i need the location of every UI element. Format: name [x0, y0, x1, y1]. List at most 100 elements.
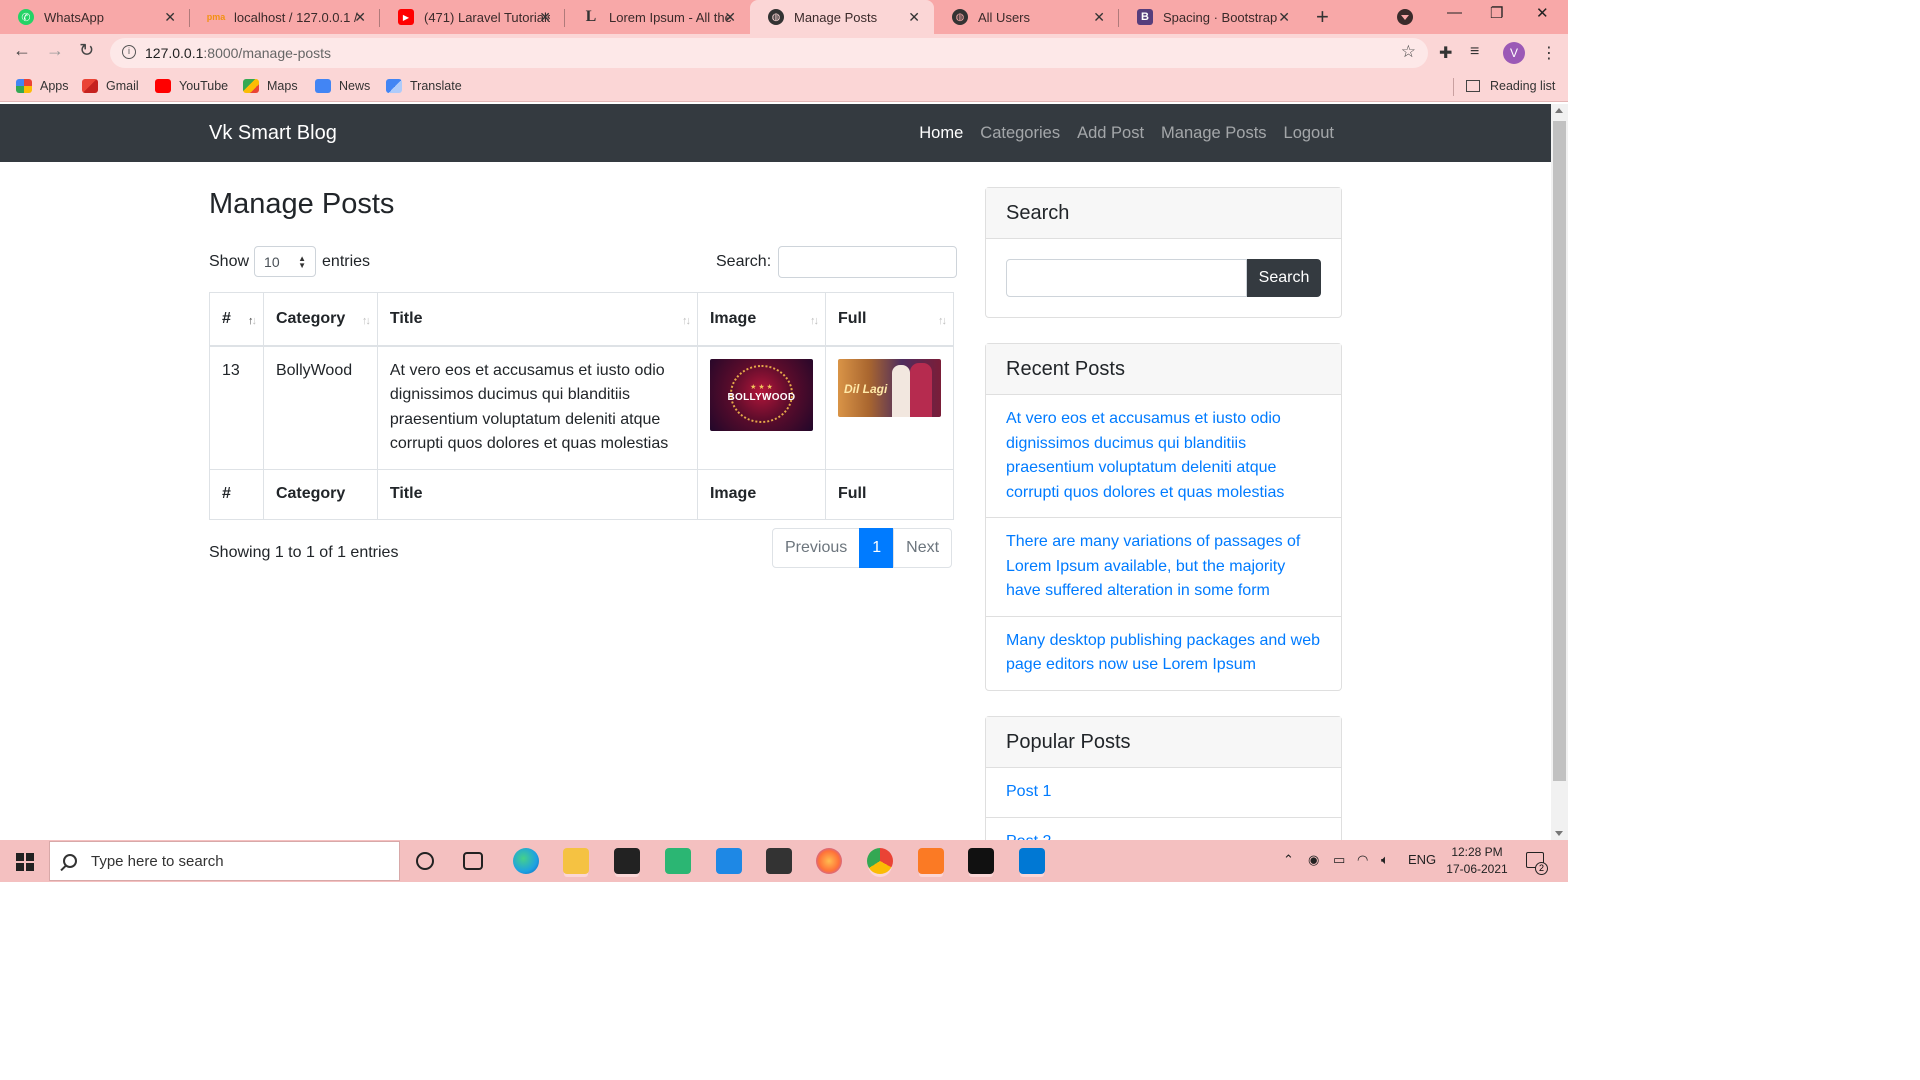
bookmark-star-icon[interactable]: ☆ [1401, 42, 1416, 62]
recent-post-link[interactable]: At vero eos et accusamus et iusto odio d… [986, 395, 1341, 517]
sidebar-search-button[interactable]: Search [1247, 259, 1321, 297]
page-scrollbar[interactable] [1551, 104, 1568, 840]
notion-icon[interactable] [614, 848, 640, 874]
table-row: 13 BollyWood At vero eos et accusamus et… [209, 345, 955, 470]
new-tab-icon[interactable]: + [1316, 4, 1329, 30]
recent-posts-title: Recent Posts [986, 344, 1341, 395]
close-icon[interactable]: ✕ [1093, 9, 1105, 26]
task-view-icon[interactable] [463, 852, 483, 870]
tab-search-icon[interactable] [1397, 9, 1413, 25]
battery-icon[interactable]: ▭ [1333, 852, 1345, 868]
taskbar-search[interactable]: Type here to search [49, 841, 400, 881]
menu-icon[interactable]: ⋮ [1541, 43, 1557, 63]
media-control-icon[interactable]: ≡ [1470, 43, 1479, 61]
store-icon[interactable] [766, 848, 792, 874]
tab-lorem-ipsum[interactable]: L Lorem Ipsum - All the ✕ [565, 0, 750, 34]
clock[interactable]: 12:28 PM 17-06-2021 [1446, 844, 1508, 878]
file-explorer-icon[interactable] [563, 848, 589, 874]
table-header-row: # ↑↓ Category ↑↓ Title ↑↓ Image ↑↓ Full ↑↓ [209, 292, 955, 347]
bookmark-maps[interactable]: Maps [243, 79, 298, 93]
site-brand[interactable]: Vk Smart Blog [209, 122, 337, 145]
nav-add-post[interactable]: Add Post [1077, 124, 1144, 143]
close-window-icon[interactable]: ✕ [1536, 4, 1549, 22]
select-arrows-icon: ▲ ▼ [298, 254, 307, 270]
bookmark-translate[interactable]: Translate [386, 79, 462, 93]
column-header-category[interactable]: Category ↑↓ [262, 292, 378, 347]
column-header-image[interactable]: Image ↑↓ [696, 292, 826, 347]
tab-all-users[interactable]: ◍ All Users ✕ [934, 0, 1119, 34]
sort-icon: ↑↓ [809, 315, 819, 327]
pagination-page-1[interactable]: 1 [859, 528, 895, 568]
pagination-next[interactable]: Next [893, 528, 953, 568]
reload-icon[interactable]: ↻ [79, 40, 94, 61]
bookmark-news[interactable]: News [315, 79, 370, 93]
info-icon[interactable]: i [122, 45, 136, 59]
chevron-up-icon[interactable]: ⌃ [1283, 852, 1294, 868]
mail-icon[interactable] [716, 848, 742, 874]
reading-list-label: Reading list [1490, 79, 1556, 93]
close-icon[interactable]: ✕ [908, 9, 920, 26]
bookmark-apps[interactable]: Apps [16, 79, 69, 93]
tab-whatsapp[interactable]: ✆ WhatsApp ✕ [0, 0, 190, 34]
entries-select[interactable]: 10 ▲ ▼ [254, 246, 317, 277]
wifi-icon[interactable]: ◠ [1357, 852, 1368, 868]
close-icon[interactable]: ✕ [539, 9, 551, 26]
cell-category: BollyWood [262, 345, 378, 470]
recent-post-link[interactable]: There are many variations of passages of… [986, 517, 1341, 616]
sort-icon: ↑↓ [361, 315, 371, 327]
tab-label: WhatsApp [44, 9, 104, 25]
terminal-icon[interactable] [968, 848, 994, 874]
footer-category: Category [262, 468, 378, 520]
forward-icon[interactable]: → [46, 40, 64, 61]
popular-post-link[interactable]: Post 2 [986, 816, 1341, 840]
profile-avatar[interactable]: V [1503, 42, 1525, 64]
tab-phpmyadmin[interactable]: pma localhost / 127.0.0.1 / ✕ [190, 0, 380, 34]
scroll-up-icon[interactable] [1555, 108, 1563, 113]
close-icon[interactable]: ✕ [724, 9, 736, 26]
tab-manage-posts[interactable]: ◍ Manage Posts ✕ [750, 0, 934, 34]
bookmark-gmail[interactable]: Gmail [82, 79, 139, 93]
meet-now-icon[interactable]: ◉ [1308, 852, 1319, 868]
tab-bootstrap-spacing[interactable]: B Spacing · Bootstrap ✕ [1119, 0, 1304, 34]
nav-manage-posts[interactable]: Manage Posts [1161, 124, 1266, 143]
windows-start-icon[interactable] [16, 853, 34, 871]
nav-categories[interactable]: Categories [980, 124, 1060, 143]
recent-posts-card: Recent Posts At vero eos et accusamus et… [985, 343, 1342, 691]
nav-logout[interactable]: Logout [1284, 124, 1334, 143]
address-bar[interactable]: i 127.0.0.1:8000/manage-posts ☆ [110, 38, 1428, 68]
minimize-icon[interactable]: — [1447, 4, 1462, 21]
column-header-title[interactable]: Title ↑↓ [376, 292, 698, 347]
app-green-icon[interactable] [665, 848, 691, 874]
column-header-id[interactable]: # ↑↓ [209, 292, 264, 347]
scroll-down-icon[interactable] [1555, 831, 1563, 836]
close-icon[interactable]: ✕ [164, 9, 176, 26]
volume-icon[interactable]: 🔈︎ [1381, 852, 1389, 868]
column-header-full[interactable]: Full ↑↓ [824, 292, 955, 347]
cortana-icon[interactable] [416, 852, 434, 870]
back-icon[interactable]: ← [13, 40, 31, 61]
footer-image: Image [696, 468, 826, 520]
nav-home[interactable]: Home [919, 124, 963, 143]
language-indicator[interactable]: ENG [1408, 852, 1436, 867]
close-icon[interactable]: ✕ [1278, 9, 1290, 26]
scrollbar-thumb[interactable] [1553, 121, 1566, 781]
bookmark-youtube[interactable]: YouTube [155, 79, 228, 93]
search-card-title: Search [986, 188, 1341, 239]
firefox-icon[interactable] [816, 848, 842, 874]
pagination-previous[interactable]: Previous [772, 528, 861, 568]
chrome-icon[interactable] [867, 848, 893, 874]
sidebar-search-input[interactable] [1006, 259, 1247, 297]
table-search-input[interactable] [778, 246, 958, 278]
close-icon[interactable]: ✕ [354, 9, 366, 26]
url-text[interactable]: 127.0.0.1:8000/manage-posts [145, 45, 331, 61]
restore-icon[interactable]: ❐ [1490, 4, 1503, 22]
xampp-icon[interactable] [918, 848, 944, 874]
tab-youtube-laravel[interactable]: ▶ (471) Laravel Tutorials ✕ [380, 0, 565, 34]
recent-post-link[interactable]: Many desktop publishing packages and web… [986, 615, 1341, 690]
translate-icon [386, 79, 402, 93]
edge-icon[interactable] [513, 848, 539, 874]
vscode-icon[interactable] [1019, 848, 1045, 874]
extensions-icon[interactable]: ✚ [1439, 43, 1452, 63]
reading-list-button[interactable]: Reading list [1466, 79, 1555, 93]
popular-post-link[interactable]: Post 1 [986, 768, 1341, 817]
